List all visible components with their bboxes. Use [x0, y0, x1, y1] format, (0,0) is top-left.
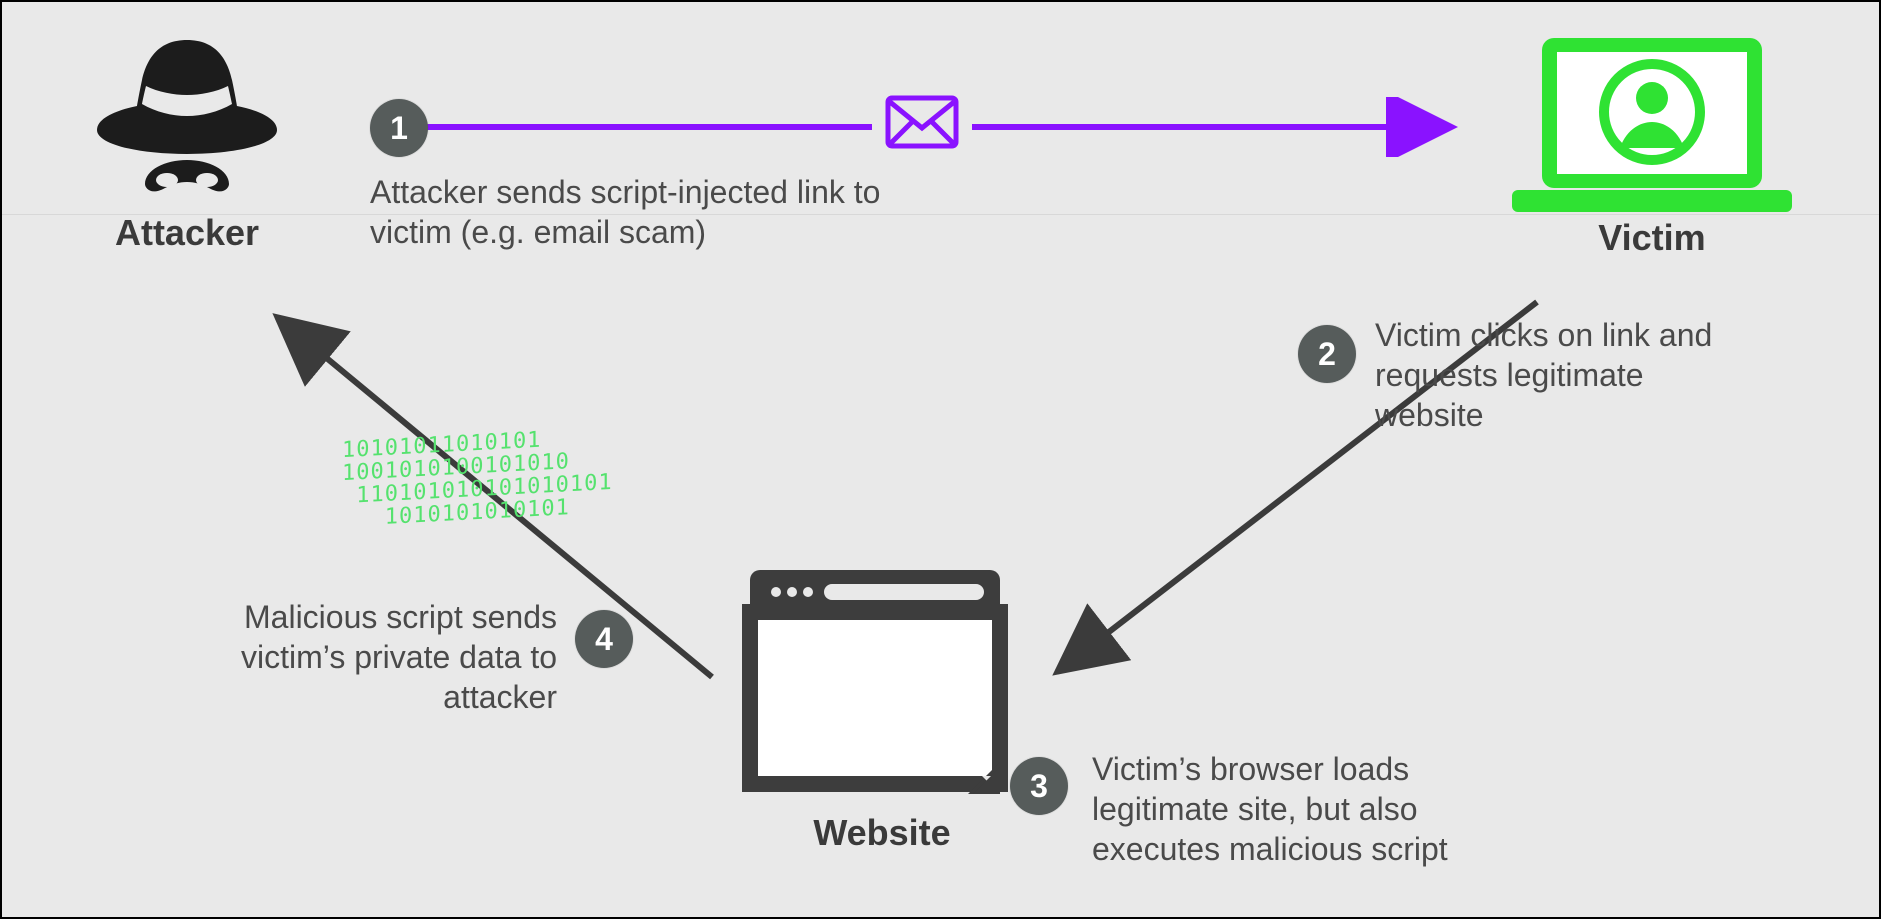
- step-1-badge: 1: [370, 99, 428, 157]
- step-4-badge: 4: [575, 610, 633, 668]
- envelope-icon: [872, 94, 972, 155]
- victim-label: Victim: [1502, 217, 1802, 259]
- victim-icon: [1502, 32, 1802, 217]
- attacker-label: Attacker: [87, 212, 287, 254]
- binary-data-icon: 10101011010101 1001010100101010 11010101…: [342, 425, 613, 532]
- step-3-text: Victim’s browser loads legitimate site, …: [1092, 749, 1532, 869]
- website-icon: [742, 562, 1022, 802]
- step-1-text: Attacker sends script-injected link to v…: [370, 172, 930, 252]
- xss-diagram: Attacker Victim Website: [0, 0, 1881, 919]
- website-label: Website: [742, 812, 1022, 854]
- step-2-text: Victim clicks on link and requests legit…: [1375, 315, 1735, 435]
- attacker-icon: [87, 32, 287, 202]
- step-3-badge: 3: [1010, 757, 1068, 815]
- step-2-badge: 2: [1298, 325, 1356, 383]
- step-4-text: Malicious script sends victim’s private …: [207, 597, 557, 717]
